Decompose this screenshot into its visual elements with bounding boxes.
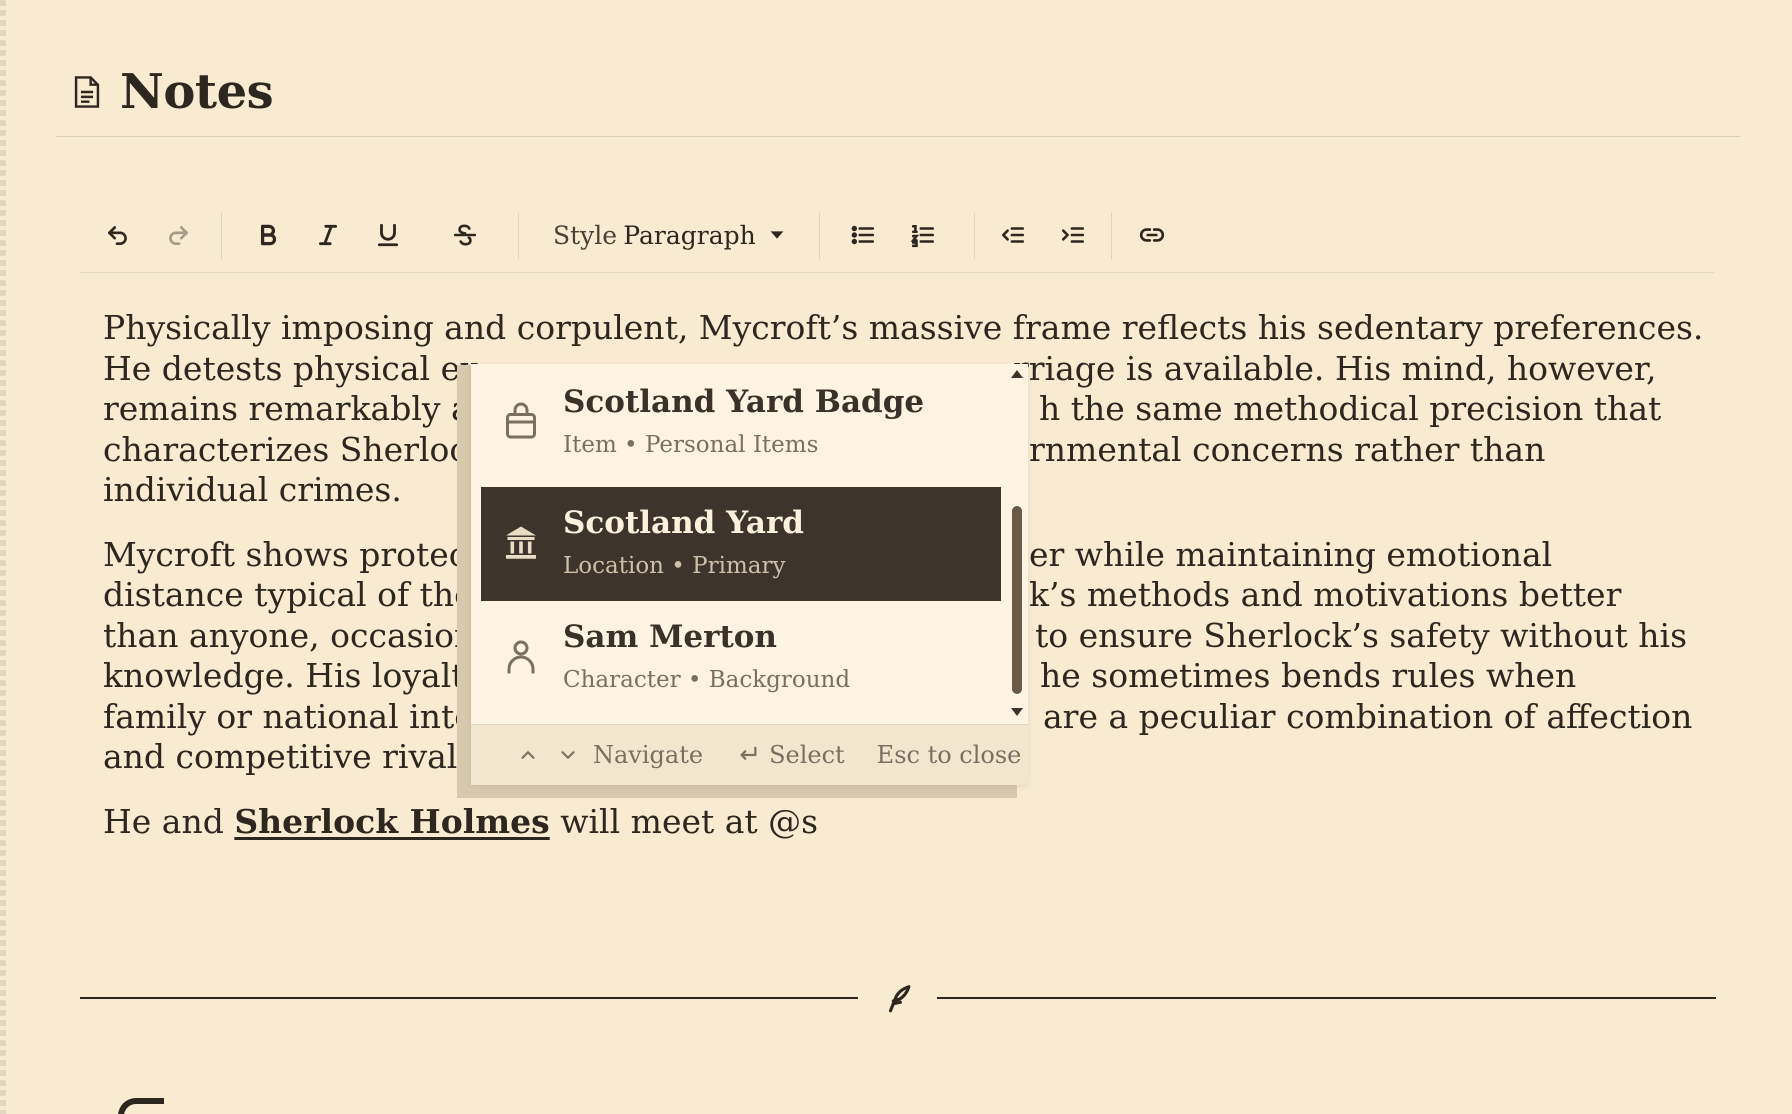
document-icon (74, 76, 100, 108)
enter-key-icon (740, 746, 757, 760)
building-icon (506, 526, 536, 559)
text-line-tail: rnmental concerns rather than (1029, 429, 1546, 469)
header-divider (56, 136, 1740, 137)
text-line: individual crimes. (103, 470, 402, 509)
text-line-tail: rriage is available. His mind, however, (1013, 348, 1657, 388)
numbered-list-button[interactable] (905, 205, 941, 265)
text-line-tail: he sometimes bends rules when (1040, 656, 1577, 695)
bold-button[interactable] (250, 205, 286, 265)
editor-toolbar: Style Paragraph (80, 205, 1714, 265)
scroll-up-arrow[interactable] (1011, 370, 1023, 378)
text-line: family or national inte (103, 696, 474, 736)
quill-icon (888, 985, 911, 1013)
close-hint: Esc to close (876, 741, 1022, 769)
text-line: Mycroft shows protect (103, 534, 481, 574)
section-divider (80, 997, 858, 999)
block-format-value: Paragraph (623, 220, 756, 250)
italic-icon (319, 224, 337, 246)
chevron-down-icon (561, 751, 575, 759)
scrollbar-thumb[interactable] (1012, 506, 1022, 694)
page-edge (0, 0, 6, 1114)
outdent-icon (1001, 227, 1025, 243)
indent-button[interactable] (1055, 205, 1091, 265)
indent-icon (1061, 227, 1085, 243)
numbered-list-icon (910, 225, 935, 248)
text-line: remains remarkably a (103, 389, 471, 428)
text-line: He detests physical ex (103, 348, 479, 388)
notes-header: Notes (72, 62, 274, 122)
suggestion-title: Scotland Yard Badge (563, 384, 925, 420)
text-line: Physically imposing and corpulent, Mycro… (103, 308, 1704, 347)
toolbar-separator (974, 213, 975, 259)
suggestion-item[interactable]: Sam Merton Character • Background (481, 601, 1001, 715)
text-line-tail: are a peculiar combination of affection (1043, 696, 1693, 736)
navigate-label: Navigate (593, 741, 704, 769)
redo-button[interactable] (160, 205, 196, 265)
link-icon (1139, 228, 1165, 242)
link-button[interactable] (1132, 205, 1172, 265)
suggestion-list: Scotland Yard Badge Item • Personal Item… (471, 364, 1028, 724)
text-line-tail: er while maintaining emotional (1029, 534, 1553, 574)
text-line: characterizes Sherlock (103, 429, 488, 469)
text-line: knowledge. His loyalty (103, 656, 484, 695)
toolbar-separator (1111, 213, 1112, 259)
toolbar-divider (80, 272, 1714, 273)
mention-link[interactable]: Sherlock Holmes (234, 802, 549, 841)
page-title: Notes (120, 64, 274, 120)
text-after-mention: will meet at @s (549, 801, 819, 841)
text-line: than anyone, occasion (103, 615, 476, 655)
person-icon (507, 640, 535, 674)
chevron-up-icon (521, 751, 535, 759)
caret-down-icon (770, 231, 784, 239)
suggestion-title: Scotland Yard (563, 505, 804, 541)
suggestion-title: Sam Merton (563, 619, 777, 655)
select-label: Select (769, 741, 845, 769)
underline-button[interactable] (370, 205, 406, 265)
paragraph-3: He and Sherlock Holmes will meet at @s (103, 802, 1703, 843)
suggestion-item-selected[interactable]: Scotland Yard Location • Primary (481, 487, 1001, 601)
suggestion-subtitle: Location • Primary (563, 553, 786, 579)
toolbar-separator (518, 213, 519, 259)
select-hint: Select (737, 741, 845, 769)
redo-icon (169, 226, 188, 245)
toolbar-separator (819, 213, 820, 259)
strikethrough-icon (453, 224, 477, 246)
next-section-heading (118, 1098, 178, 1114)
undo-button[interactable] (100, 205, 136, 265)
text-before-mention: He and (103, 801, 235, 841)
popup-footer: Navigate Select Esc to close (471, 724, 1028, 785)
underline-icon (377, 223, 399, 247)
text-line: and competitive rivalr (103, 737, 474, 776)
text-line: distance typical of the (103, 575, 474, 614)
mention-suggestions-popup: Scotland Yard Badge Item • Personal Item… (471, 364, 1028, 785)
strikethrough-button[interactable] (447, 205, 483, 265)
section-divider (937, 997, 1716, 999)
suggestion-subtitle: Character • Background (563, 667, 851, 693)
outdent-button[interactable] (995, 205, 1031, 265)
bag-icon (506, 402, 536, 439)
navigate-hint: Navigate (517, 741, 703, 769)
bold-icon (260, 224, 277, 246)
text-line-tail: h the same methodical precision that (1039, 389, 1662, 428)
toolbar-separator (221, 213, 222, 259)
block-format-dropdown[interactable]: Paragraph (618, 205, 793, 265)
scroll-down-arrow[interactable] (1011, 708, 1023, 716)
text-line-tail: k’s methods and motivations better (1029, 575, 1622, 614)
suggestion-item[interactable]: Scotland Yard Badge Item • Personal Item… (481, 366, 1001, 480)
undo-icon (108, 226, 127, 245)
suggestion-subtitle: Item • Personal Items (563, 432, 819, 458)
text-line-tail: to ensure Sherlock’s safety without his (1035, 615, 1688, 655)
bullet-list-icon (851, 225, 875, 245)
italic-button[interactable] (310, 205, 346, 265)
bullet-list-button[interactable] (845, 205, 881, 265)
